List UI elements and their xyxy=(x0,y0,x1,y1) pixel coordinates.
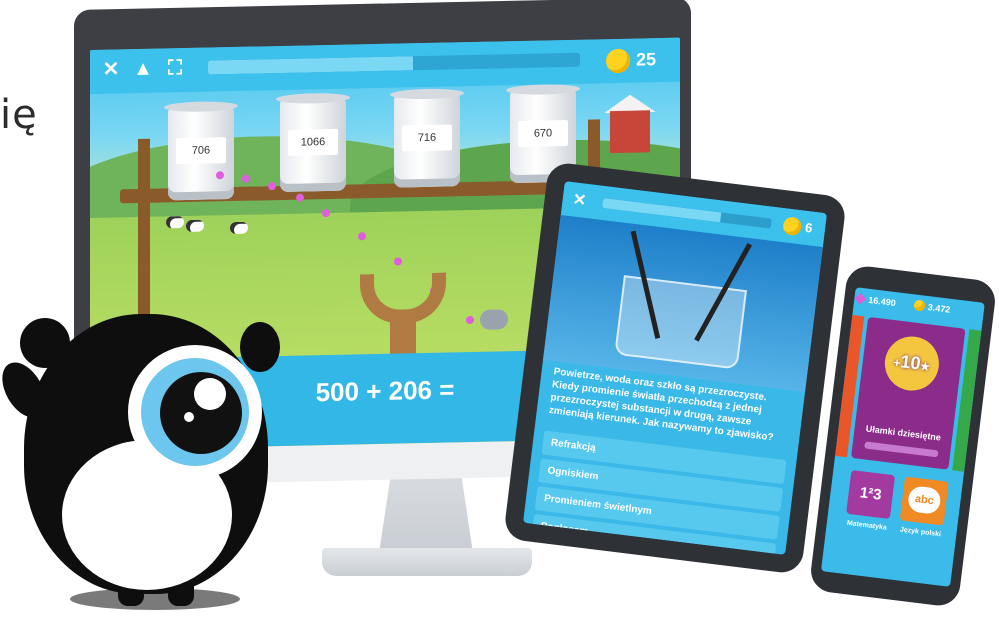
coin-count: 6 xyxy=(804,219,814,236)
level-progress-fill xyxy=(208,56,413,75)
slingshot-rock[interactable] xyxy=(480,309,508,330)
sheep xyxy=(186,219,204,232)
math-icon: 1²3 xyxy=(858,484,883,504)
coin-count: 25 xyxy=(636,49,657,70)
tablet-screen: ✕ 6 Powietrze, woda oraz szkło są przezr… xyxy=(523,181,827,555)
monitor-stand xyxy=(378,470,474,560)
card-progress xyxy=(864,441,939,458)
phone-screen: 16.490 3.472 +10★ Ułamki dziesiętne 1²3 … xyxy=(820,287,985,587)
sheep xyxy=(166,216,184,229)
subject-label: Matematyka xyxy=(846,519,888,532)
speech-bubble-icon: abc xyxy=(906,485,942,515)
card-title: Ułamki dziesiętne xyxy=(865,423,942,443)
subject-tile-math[interactable]: 1²3 xyxy=(846,469,896,520)
gem-icon xyxy=(854,293,867,305)
phone-device: 16.490 3.472 +10★ Ułamki dziesiętne 1²3 … xyxy=(808,264,998,608)
mascot-ear xyxy=(240,322,280,372)
fullscreen-icon[interactable]: ⛶ xyxy=(164,57,186,79)
eye-shine xyxy=(184,412,194,422)
coin-icon xyxy=(606,48,630,74)
tablet-progress-fill xyxy=(601,197,722,223)
barn xyxy=(610,110,650,154)
coin-icon xyxy=(782,216,803,237)
can-label: 670 xyxy=(518,119,568,148)
eye-shine xyxy=(194,378,226,410)
can-label: 1066 xyxy=(288,128,338,156)
level-progress xyxy=(208,52,580,75)
target-can[interactable]: 716 xyxy=(390,88,464,188)
badge-value: 10 xyxy=(899,351,922,374)
close-icon[interactable]: ✕ xyxy=(100,58,122,80)
coin-count: 3.472 xyxy=(927,302,951,315)
tablet-device: ✕ 6 Powietrze, woda oraz szkło są przezr… xyxy=(502,161,848,575)
category-card-decimals[interactable]: +10★ Ułamki dziesiętne xyxy=(850,316,966,470)
subject-label: Język polski xyxy=(899,526,942,539)
question-image xyxy=(543,214,823,393)
close-icon[interactable]: ✕ xyxy=(572,189,588,210)
sheep xyxy=(230,221,248,235)
can-label: 716 xyxy=(402,124,452,152)
can-label: 706 xyxy=(176,137,226,165)
coin-icon xyxy=(913,299,926,312)
logo-icon[interactable]: ▲ xyxy=(132,58,154,80)
subject-tile-polish[interactable]: abc xyxy=(899,476,949,526)
gem-count: 16.490 xyxy=(867,294,897,309)
monitor-base xyxy=(322,548,532,576)
target-can[interactable]: 1066 xyxy=(276,92,350,193)
target-can[interactable]: 706 xyxy=(164,100,238,201)
hero-text: ię xyxy=(0,92,38,138)
